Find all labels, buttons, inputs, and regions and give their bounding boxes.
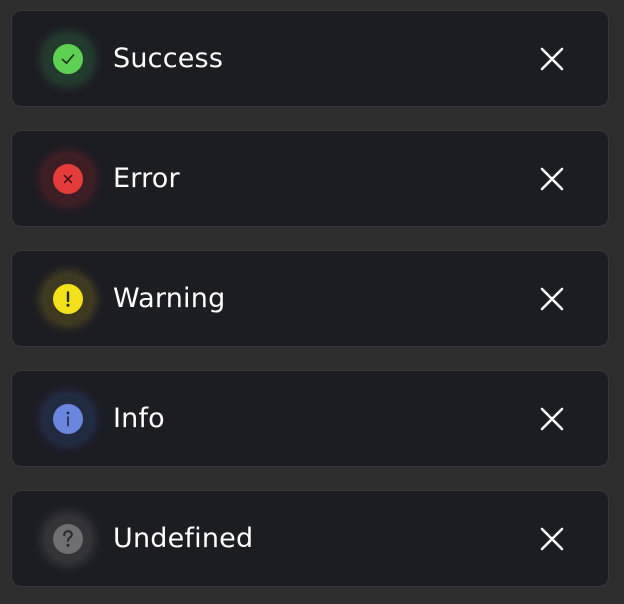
- close-icon: [540, 47, 564, 70]
- toast-label: Undefined: [113, 522, 254, 554]
- notification-stack: Success Error Warning Info Undefined: [11, 10, 609, 587]
- toast-warning: Warning: [11, 250, 609, 347]
- toast-label: Error: [113, 162, 180, 194]
- undefined-icon-halo: [44, 515, 92, 563]
- close-button[interactable]: [538, 525, 566, 553]
- close-button[interactable]: [538, 165, 566, 193]
- close-button[interactable]: [538, 285, 566, 313]
- toast-info: Info: [11, 370, 609, 467]
- exclamation-icon: [53, 284, 83, 314]
- toast-success: Success: [11, 10, 609, 107]
- info-icon: [53, 404, 83, 434]
- success-icon-halo: [44, 35, 92, 83]
- warning-icon-halo: [44, 275, 92, 323]
- close-icon: [540, 407, 564, 430]
- x-icon: [53, 164, 83, 194]
- close-icon: [540, 527, 564, 550]
- toast-label: Success: [113, 42, 224, 74]
- info-icon-halo: [44, 395, 92, 443]
- question-icon: [53, 524, 83, 554]
- close-icon: [540, 167, 564, 190]
- toast-undefined: Undefined: [11, 490, 609, 587]
- check-icon: [53, 44, 83, 74]
- toast-error: Error: [11, 130, 609, 227]
- close-button[interactable]: [538, 405, 566, 433]
- close-button[interactable]: [538, 45, 566, 73]
- toast-label: Info: [113, 402, 165, 434]
- close-icon: [540, 287, 564, 310]
- toast-label: Warning: [113, 282, 226, 314]
- error-icon-halo: [44, 155, 92, 203]
